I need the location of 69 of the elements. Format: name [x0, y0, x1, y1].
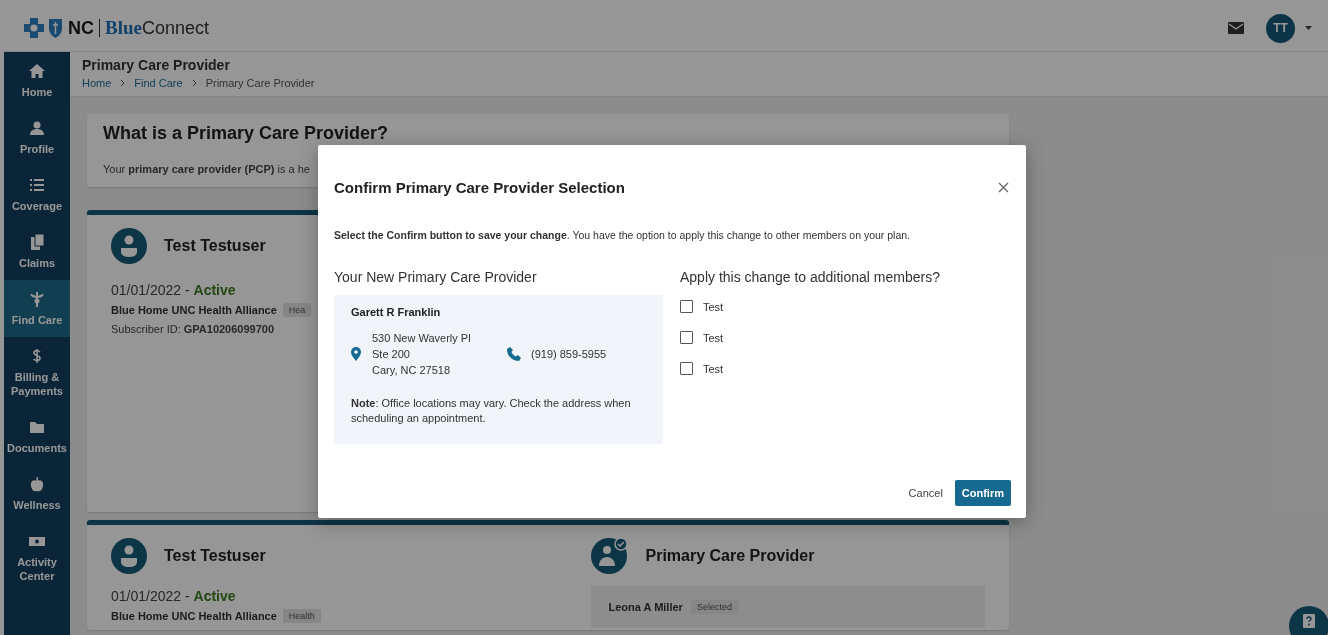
plan-name: Blue Home UNC Health Alliance: [111, 610, 277, 622]
section-title: Primary Care Provider: [645, 547, 815, 565]
breadcrumb-current: Primary Care Provider: [205, 77, 315, 89]
checkbox[interactable]: [680, 300, 693, 313]
address-line: 530 New Waverly Pl: [372, 331, 472, 346]
nav-item[interactable]: Billing & Payments: [4, 337, 70, 408]
status-text: Active: [193, 588, 236, 604]
page-title: Primary Care Provider: [82, 57, 231, 73]
doctor-check-icon: [590, 538, 629, 574]
coverage-date: 01/01/2022 -: [111, 282, 191, 298]
member-name: Test Testuser: [164, 237, 266, 255]
nav-item[interactable]: Profile: [4, 109, 70, 166]
mail-icon[interactable]: [1228, 22, 1244, 34]
nav-item[interactable]: Home: [4, 52, 70, 109]
plan-tag: Health: [282, 609, 321, 623]
logo-text: Blue: [105, 17, 142, 39]
subscriber-id: Subscriber ID: GPA10206099700: [111, 323, 275, 335]
provider-name: Leona A Miller: [608, 601, 683, 613]
nav-item[interactable]: Wellness: [4, 465, 70, 522]
checkbox[interactable]: [680, 362, 693, 375]
logo-icon: [24, 17, 64, 39]
status-text: Active: [193, 282, 236, 298]
phone-icon: [507, 347, 521, 361]
member-name: Test Testuser: [164, 547, 266, 565]
phone-number: (919) 859-5955: [531, 347, 607, 362]
breadcrumb-link[interactable]: Find Care: [134, 77, 183, 89]
section-heading: Apply this change to additional members?: [680, 269, 940, 285]
avatar-button[interactable]: TT: [1266, 13, 1295, 43]
nav-item[interactable]: Activity Center: [4, 522, 70, 593]
member-label: Test: [703, 362, 724, 375]
caduceus-icon: [28, 291, 46, 307]
logo-text: NC: [68, 17, 94, 39]
plan-name: Blue Home UNC Health Alliance: [111, 304, 277, 316]
address-line: Ste 200: [372, 347, 411, 362]
provider-name: Garett R Franklin: [351, 306, 442, 318]
caret-icon[interactable]: [1305, 26, 1312, 30]
address-line: Cary, NC 27518: [372, 363, 452, 378]
plan-tag: Hea: [282, 303, 312, 317]
note-text: Note: Office locations may vary. Check the address when scheduling an appointment.: [351, 396, 632, 426]
apple-icon: [28, 476, 46, 492]
list-icon: [28, 177, 46, 193]
documents-icon: [28, 234, 46, 250]
coverage-date: 01/01/2022 -: [111, 588, 191, 604]
breadcrumb-link[interactable]: Home: [82, 77, 112, 89]
nav-item[interactable]: Find Care: [4, 280, 70, 337]
dialog-title: Confirm Primary Care Provider Selection: [334, 178, 625, 196]
folder-icon: [28, 419, 46, 435]
nav-item[interactable]: Coverage: [4, 166, 70, 223]
help-icon: [1303, 614, 1315, 628]
intro-text: Your primary care provider (PCP) is a he: [103, 163, 311, 175]
chevron-icon: [120, 79, 126, 87]
member-label: Test: [703, 300, 724, 313]
home-icon: [28, 63, 46, 79]
nav-item[interactable]: Claims: [4, 223, 70, 280]
location-pin-icon: [351, 347, 361, 361]
member-label: Test: [703, 331, 724, 344]
checkbox[interactable]: [680, 331, 693, 344]
chevron-icon: [191, 79, 197, 87]
person-avatar-icon: [111, 228, 147, 264]
person-avatar-icon: [111, 538, 147, 574]
confirm-button[interactable]: Confirm: [954, 480, 1011, 506]
nav-item[interactable]: Documents: [4, 408, 70, 465]
person-icon: [28, 120, 46, 136]
dialog-message: Select the Confirm button to save your change. You have the option to apply this change to other members on your plan.: [334, 229, 912, 241]
section-heading: Your New Primary Care Provider: [334, 269, 538, 285]
card-title: What is a Primary Care Provider?: [103, 123, 390, 144]
selected-tag: Selected: [690, 600, 738, 614]
logo-text: Connect: [141, 17, 209, 39]
cancel-button[interactable]: Cancel: [908, 483, 943, 503]
